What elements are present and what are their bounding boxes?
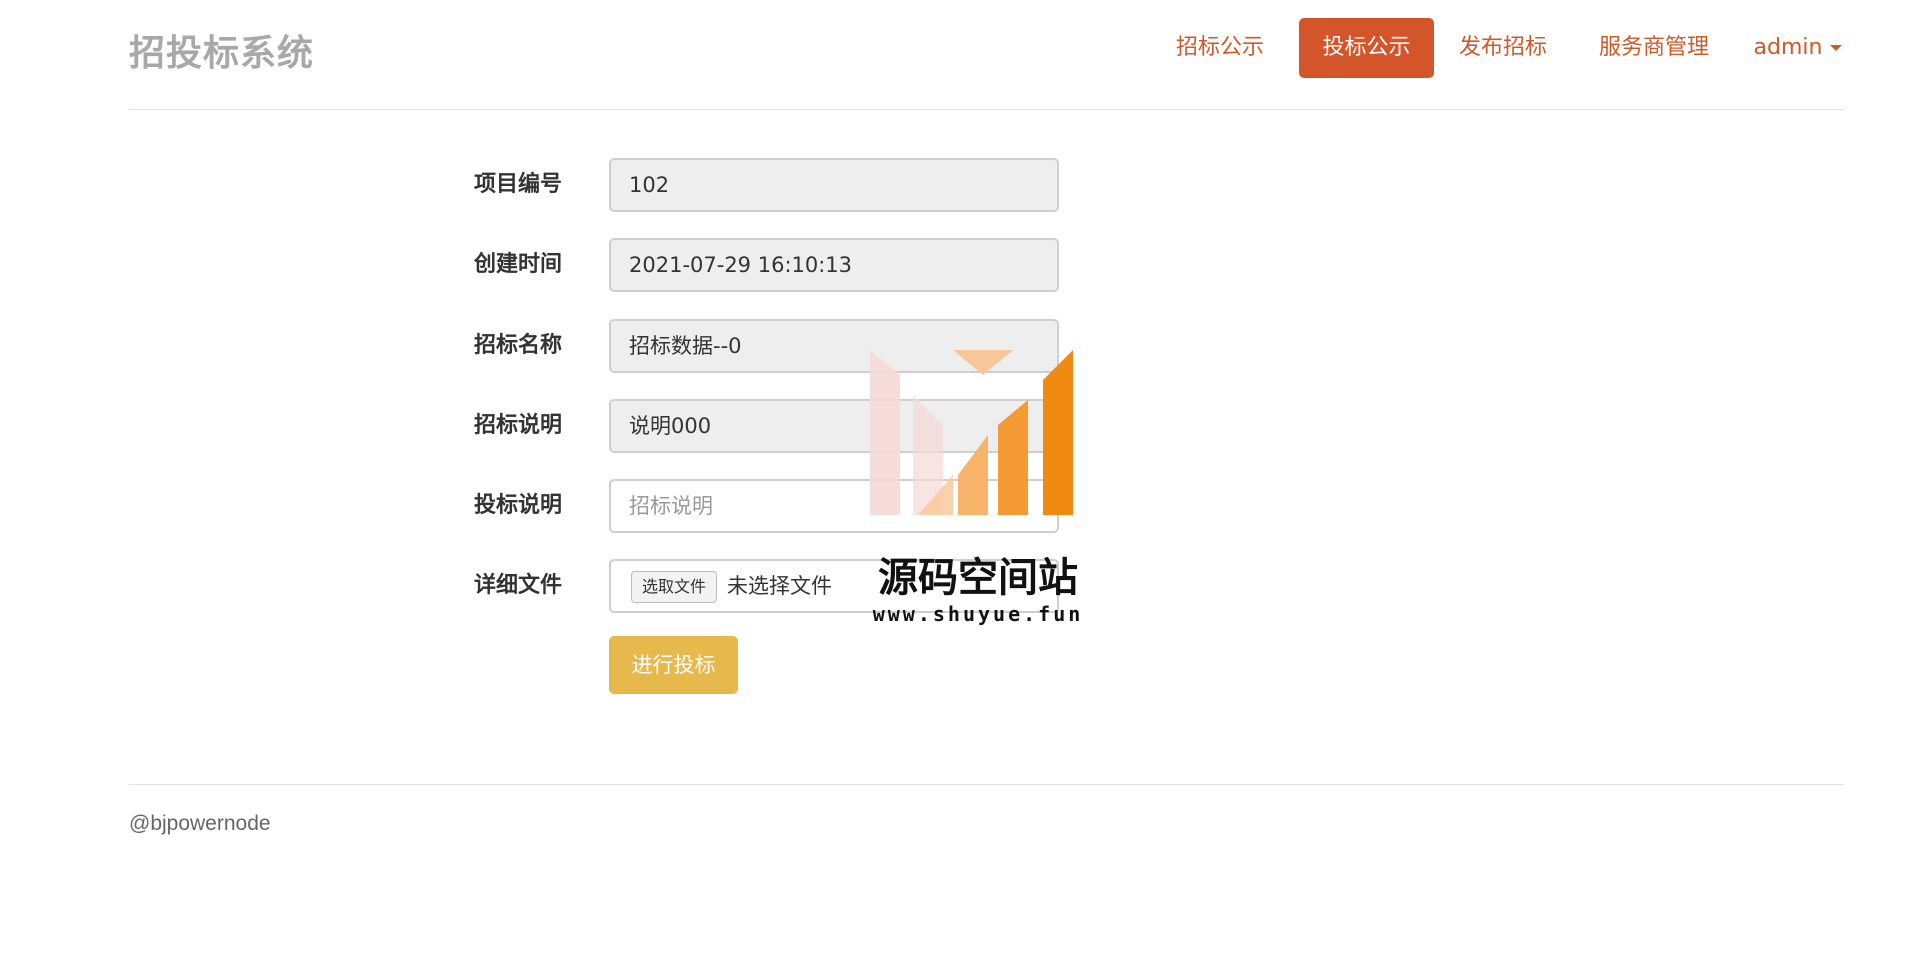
submit-bid-button[interactable]: 进行投标 <box>609 636 738 694</box>
caret-down-icon <box>1830 45 1843 51</box>
footer-divider <box>129 784 1844 785</box>
nav-provider-management[interactable]: 服务商管理 <box>1584 18 1724 78</box>
nav-publish-tender[interactable]: 发布招标 <box>1448 18 1558 78</box>
watermark-title: 源码空间站 <box>878 555 1078 601</box>
created-time-field[interactable]: 2021-07-29 16:10:13 <box>609 238 1059 292</box>
nav-user-menu[interactable]: admin <box>1748 18 1848 78</box>
tender-name-label: 招标名称 <box>474 333 563 358</box>
project-no-field[interactable]: 102 <box>609 158 1059 212</box>
created-time-label: 创建时间 <box>474 252 563 277</box>
footer-text: @bjpowernode <box>129 812 271 835</box>
file-status-text: 未选择文件 <box>727 574 833 598</box>
user-name: admin <box>1753 35 1823 60</box>
tender-desc-label: 招标说明 <box>474 413 563 438</box>
top-nav: 招标公示 投标公示 发布招标 服务商管理 admin <box>0 18 1932 78</box>
watermark-url: www.shuyue.fun <box>872 602 1084 626</box>
nav-tender-notice[interactable]: 招标公示 <box>1165 18 1275 78</box>
nav-bid-notice[interactable]: 投标公示 <box>1299 18 1434 78</box>
choose-file-button[interactable]: 选取文件 <box>631 571 718 603</box>
header-divider <box>129 109 1844 110</box>
bid-desc-label: 投标说明 <box>474 493 563 518</box>
file-label: 详细文件 <box>474 573 563 598</box>
project-no-label: 项目编号 <box>474 172 563 197</box>
